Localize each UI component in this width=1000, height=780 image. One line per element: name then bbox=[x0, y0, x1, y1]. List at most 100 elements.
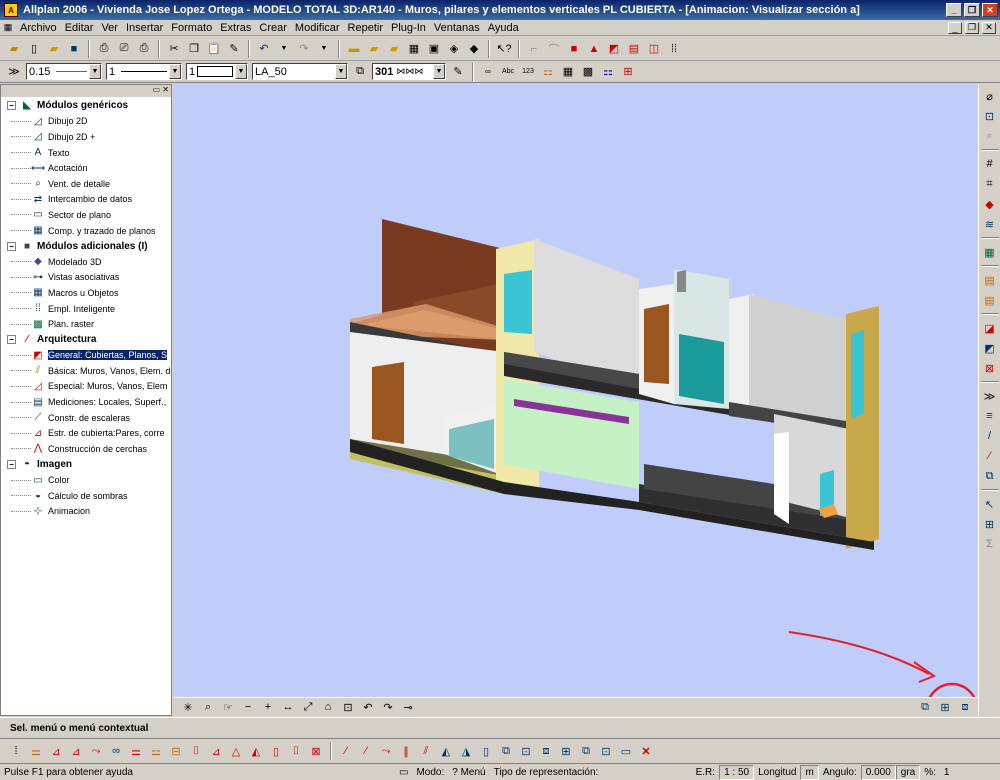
grid-icon[interactable]: # bbox=[981, 155, 999, 173]
format-props-2-icon[interactable]: Abc bbox=[499, 63, 517, 81]
new-file-icon[interactable]: ▯ bbox=[25, 40, 43, 58]
menu-formato[interactable]: Formato bbox=[167, 22, 216, 34]
modify-tool-8-icon[interactable]: ▯ bbox=[477, 742, 495, 760]
modify-tool-12-icon[interactable]: ⊞ bbox=[557, 742, 575, 760]
hatch-select[interactable]: 301 ⋈⋈⋈ ▼ bbox=[372, 63, 446, 80]
print-preview-icon[interactable]: ⎚ bbox=[115, 40, 133, 58]
zoom-window-icon[interactable]: ⌕ bbox=[199, 698, 217, 716]
house-view-icon[interactable]: ⌂ bbox=[319, 698, 337, 716]
redo-dropdown-icon[interactable]: ▼ bbox=[315, 40, 333, 58]
save-icon[interactable]: ■ bbox=[65, 40, 83, 58]
modify-tool-3-icon[interactable]: ⤳ bbox=[377, 742, 395, 760]
layer-icon[interactable]: ▬ bbox=[345, 40, 363, 58]
collapse-icon[interactable]: − bbox=[7, 101, 16, 111]
tree-item-5[interactable]: ⌕ Vent. de detalle bbox=[1, 176, 171, 192]
grip-handle-icon[interactable]: ⁞ bbox=[7, 742, 25, 760]
stair-tool-6-icon[interactable]: ⚌ bbox=[127, 742, 145, 760]
grid-settings-icon[interactable]: ⌗ bbox=[981, 175, 999, 193]
menu-modificar[interactable]: Modificar bbox=[291, 22, 344, 34]
undo-icon[interactable]: ↶ bbox=[255, 40, 273, 58]
line-tool-icon[interactable]: / bbox=[981, 427, 999, 445]
delete-element-icon[interactable]: ⊠ bbox=[981, 359, 999, 377]
transform-icon[interactable]: ◩ bbox=[981, 339, 999, 357]
tree-item-22[interactable]: ⋀ Construcción de cerchas bbox=[1, 441, 171, 457]
menu-archivo[interactable]: Archivo bbox=[16, 22, 61, 34]
format-props-4-icon[interactable]: ⚏ bbox=[539, 63, 557, 81]
menu-repetir[interactable]: Repetir bbox=[344, 22, 387, 34]
pick-format-icon[interactable]: ✎ bbox=[449, 63, 467, 81]
tree-item-19[interactable]: ▤ Mediciones: Locales, Superf., bbox=[1, 394, 171, 410]
tree-item-1[interactable]: ◿ Dibujo 2D bbox=[1, 114, 171, 130]
show-hide-icon[interactable]: ◈ bbox=[445, 40, 463, 58]
copy-element-icon[interactable]: ⧉ bbox=[981, 467, 999, 485]
stair-tool-14-icon[interactable]: ⌷ bbox=[287, 742, 305, 760]
red-line-icon[interactable]: ⁄ bbox=[981, 447, 999, 465]
help-pointer-icon[interactable]: ↖? bbox=[495, 40, 513, 58]
modify-tool-13-icon[interactable]: ⧉ bbox=[577, 742, 595, 760]
element-select-icon[interactable]: ⊡ bbox=[981, 107, 999, 125]
layer-dropdown-icon[interactable]: ▼ bbox=[335, 64, 347, 79]
tree-item-11[interactable]: ⊶ Vistas asociativas bbox=[1, 270, 171, 286]
panel-controls-icon[interactable]: ▭ ✕ bbox=[153, 85, 169, 94]
zoom-select-icon[interactable]: ⌕ bbox=[981, 127, 999, 145]
open-project-icon[interactable]: ▰ bbox=[5, 40, 23, 58]
pen-dropdown-icon[interactable]: ▼ bbox=[89, 64, 101, 79]
stair-tool-12-icon[interactable]: ◭ bbox=[247, 742, 265, 760]
tree-item-24[interactable]: ▭ Color bbox=[1, 472, 171, 488]
print-icon[interactable]: ⎙ bbox=[95, 40, 113, 58]
tree-item-8[interactable]: ▦ Comp. y trazado de planos bbox=[1, 223, 171, 239]
minimize-button[interactable]: _ bbox=[946, 3, 962, 17]
modify-tool-9-icon[interactable]: ⧉ bbox=[497, 742, 515, 760]
wall-2d-icon[interactable]: ⌐ bbox=[525, 40, 543, 58]
tree-item-18[interactable]: ◿ Especial: Muros, Vanos, Elem bbox=[1, 379, 171, 395]
stair-tool-7-icon[interactable]: ⚍ bbox=[147, 742, 165, 760]
frame-icon[interactable]: ◫ bbox=[645, 40, 663, 58]
stair-tool-8-icon[interactable]: ⊟ bbox=[167, 742, 185, 760]
tree-item-4[interactable]: ⟷ Acotación bbox=[1, 160, 171, 176]
stair-tool-1-icon[interactable]: ⚌ bbox=[27, 742, 45, 760]
tree-item-6[interactable]: ⇄ Intercambio de datos bbox=[1, 192, 171, 208]
expand-format-icon[interactable]: ≫ bbox=[5, 63, 23, 81]
document-icon[interactable]: ▦ bbox=[1, 19, 15, 37]
format-props-1-icon[interactable]: ∞ bbox=[479, 63, 497, 81]
modify-tool-10-icon[interactable]: ⊡ bbox=[517, 742, 535, 760]
format-transfer-icon[interactable]: ▤ bbox=[981, 291, 999, 309]
tree-item-0[interactable]: − ◣ Módulos genéricos bbox=[1, 98, 171, 114]
modify-tool-1-icon[interactable]: ⁄ bbox=[337, 742, 355, 760]
format-props-7-icon[interactable]: ⚏ bbox=[599, 63, 617, 81]
mdi-close-button[interactable]: ✕ bbox=[982, 21, 996, 34]
zoom-out-icon[interactable]: − bbox=[239, 698, 257, 716]
tree-item-15[interactable]: − ⁄ Arquitectura bbox=[1, 332, 171, 348]
grip-icon[interactable]: ⁞⁞ bbox=[665, 40, 683, 58]
mdi-restore-button[interactable]: ❐ bbox=[965, 21, 979, 34]
tree-item-7[interactable]: ▭ Sector de plano bbox=[1, 207, 171, 223]
menu-ventanas[interactable]: Ventanas bbox=[430, 22, 484, 34]
format-props-6-icon[interactable]: ▩ bbox=[579, 63, 597, 81]
tree-item-23[interactable]: − ◓ Imagen bbox=[1, 457, 171, 473]
collapse-icon[interactable]: − bbox=[7, 241, 16, 251]
mdi-minimize-button[interactable]: _ bbox=[948, 21, 962, 34]
line-style-icon[interactable]: ≡ bbox=[981, 407, 999, 425]
line-dropdown-icon[interactable]: ▼ bbox=[169, 64, 181, 79]
sum-icon[interactable]: Σ bbox=[981, 535, 999, 553]
undo-dropdown-icon[interactable]: ▼ bbox=[275, 40, 293, 58]
menu-ayuda[interactable]: Ayuda bbox=[484, 22, 523, 34]
modify-tool-15-icon[interactable]: ▭ bbox=[617, 742, 635, 760]
hatch-dropdown-icon[interactable]: ▼ bbox=[433, 64, 445, 79]
line-select[interactable]: 1 ▼ bbox=[106, 63, 182, 80]
stair-tool-13-icon[interactable]: ▯ bbox=[267, 742, 285, 760]
copy-icon[interactable]: ❐ bbox=[185, 40, 203, 58]
layers-icon[interactable]: ≋ bbox=[981, 215, 999, 233]
pattern-dropdown-icon[interactable]: ▼ bbox=[235, 64, 247, 79]
format-painter-icon[interactable]: ✎ bbox=[225, 40, 243, 58]
fit-view-icon[interactable]: ⤢ bbox=[299, 698, 317, 716]
pattern-select[interactable]: 1 ▼ bbox=[186, 63, 248, 80]
menu-plugin[interactable]: Plug-In bbox=[387, 22, 430, 34]
stair-tool-10-icon[interactable]: ⊿ bbox=[207, 742, 225, 760]
calculator-icon[interactable]: ▦ bbox=[981, 243, 999, 261]
tree-item-12[interactable]: ▦ Macros u Objetos bbox=[1, 285, 171, 301]
close-button[interactable]: ✕ bbox=[982, 3, 998, 17]
roof-icon[interactable]: ▲ bbox=[585, 40, 603, 58]
collapse-icon[interactable]: − bbox=[7, 335, 16, 345]
snap-point-icon[interactable]: ⌀ bbox=[981, 87, 999, 105]
